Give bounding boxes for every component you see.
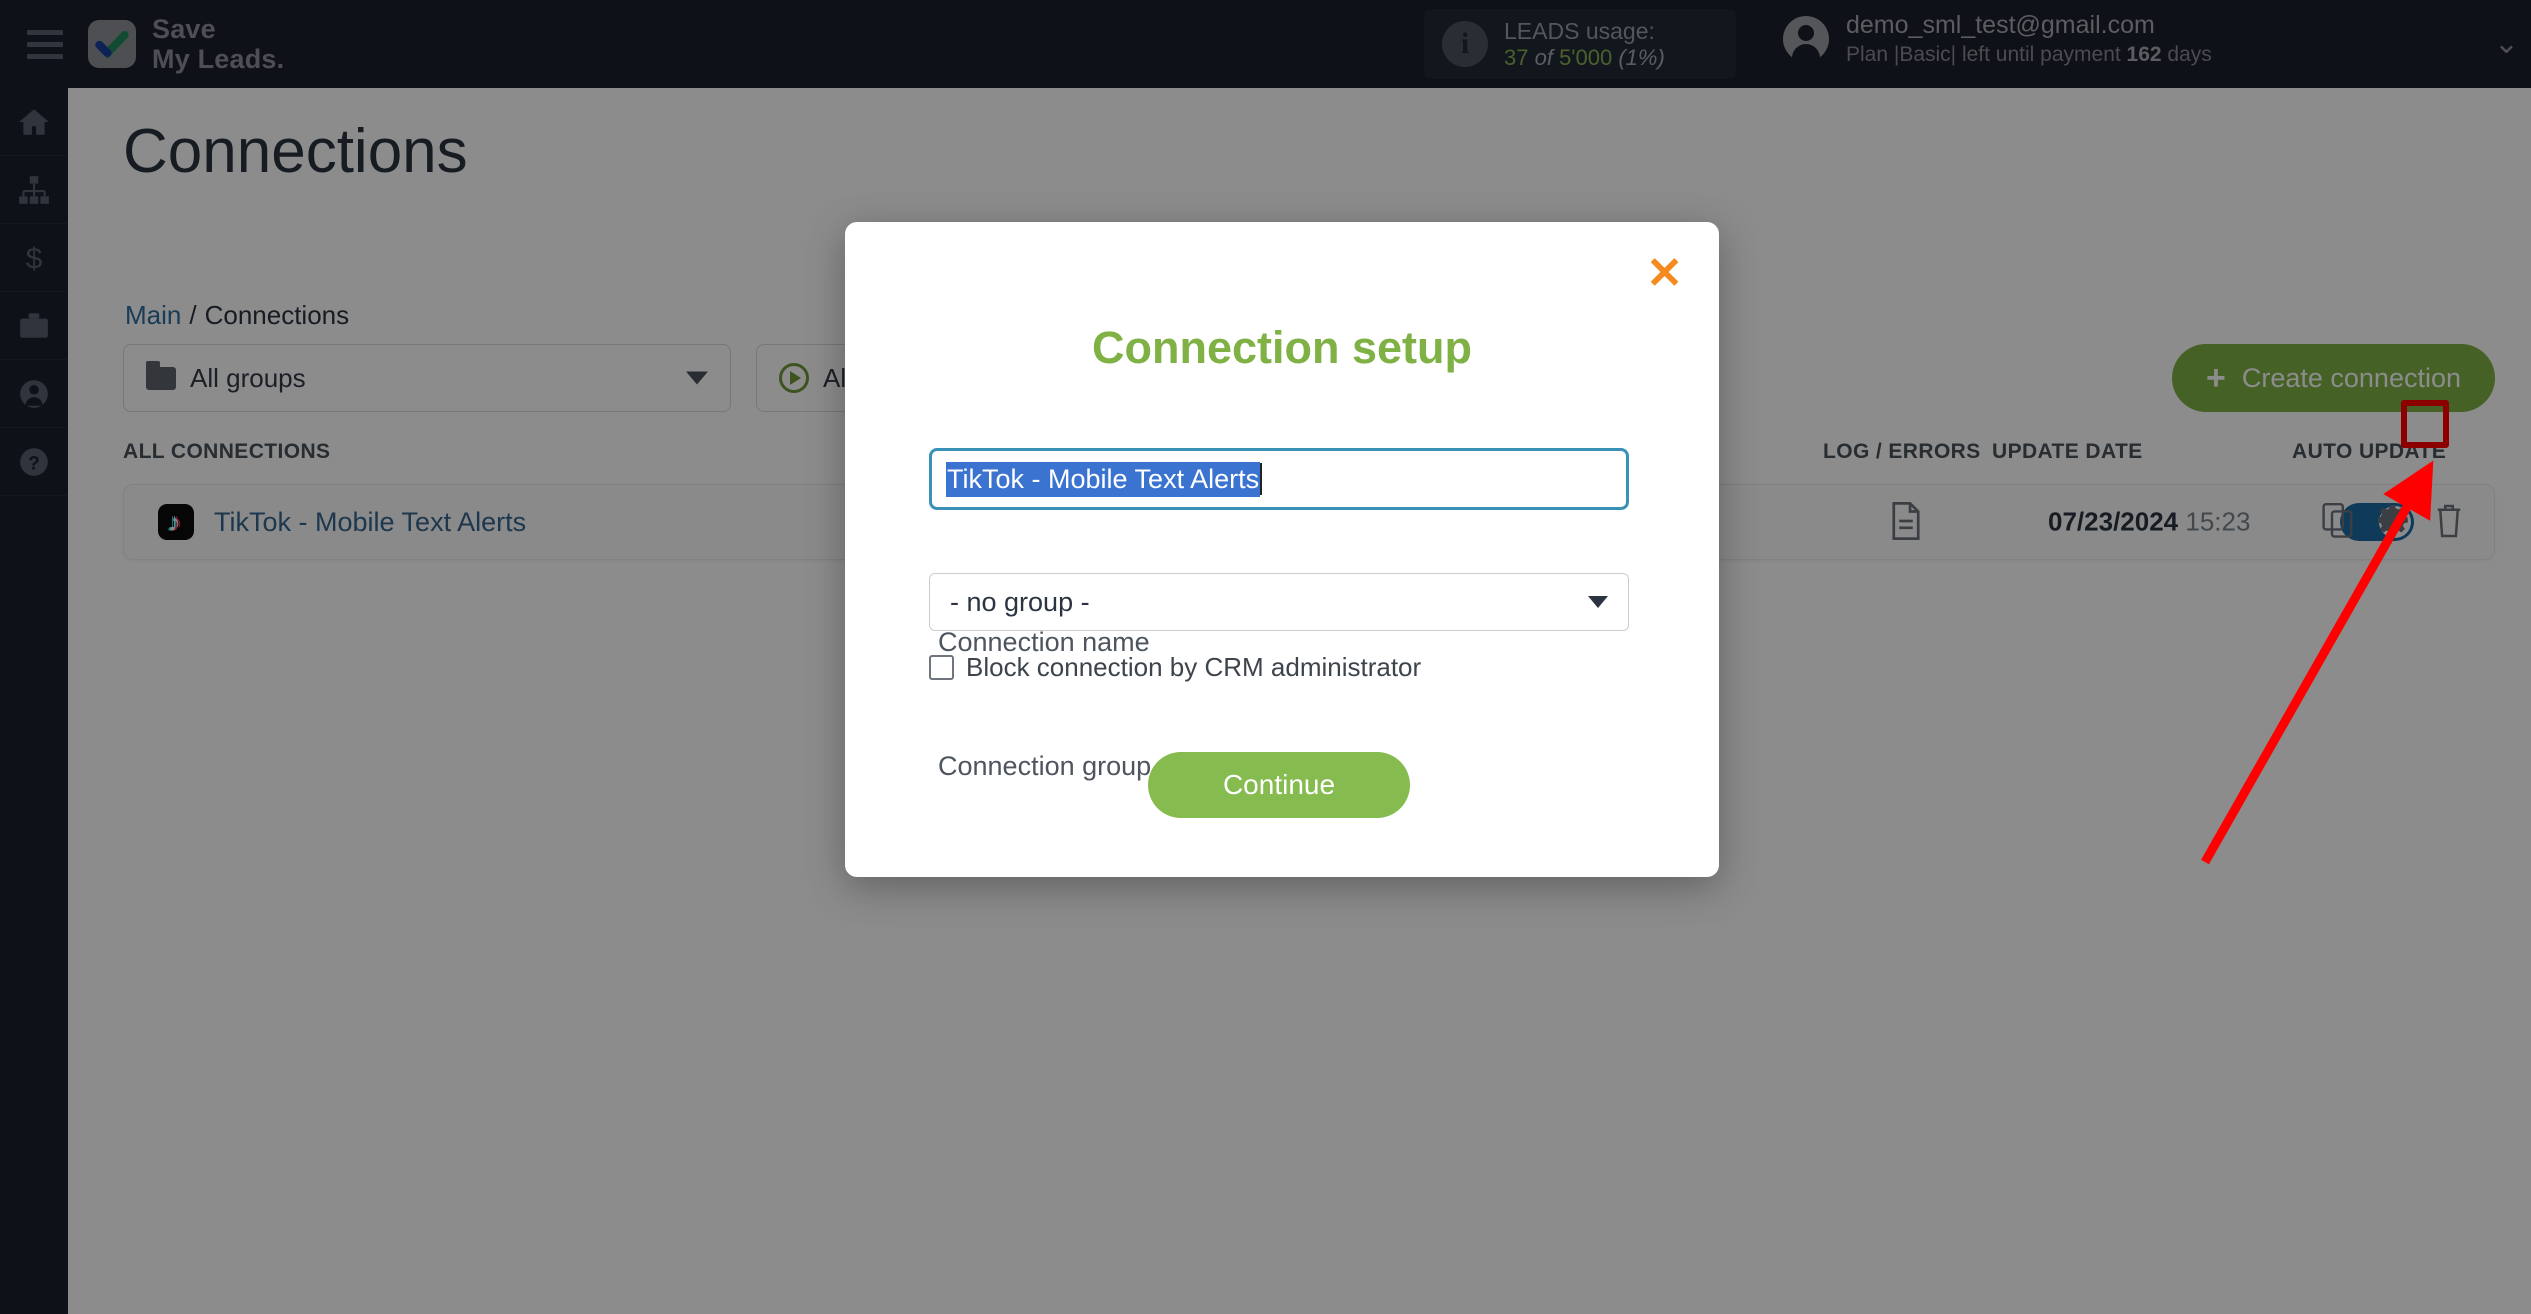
connection-group-select[interactable]: - no group - xyxy=(929,573,1629,631)
connection-name-value: TikTok - Mobile Text Alerts xyxy=(946,461,1261,497)
continue-button[interactable]: Continue xyxy=(1148,752,1410,818)
app-root: Connections Main / Connections All groups … xyxy=(0,0,2531,1314)
block-connection-label: Block connection by CRM administrator xyxy=(966,652,1422,682)
block-connection-checkbox[interactable] xyxy=(929,655,954,680)
connection-group-label: Connection group xyxy=(938,751,1152,781)
connection-name-input[interactable]: TikTok - Mobile Text Alerts xyxy=(929,448,1629,510)
block-connection-checkbox-row[interactable]: Block connection by CRM administrator xyxy=(929,652,1421,683)
connection-group-value: - no group - xyxy=(950,586,1090,617)
close-icon[interactable]: ✕ xyxy=(1646,252,1683,296)
chevron-down-icon xyxy=(1588,596,1608,608)
modal-title: Connection setup xyxy=(1092,322,1472,373)
text-caret xyxy=(1260,463,1263,495)
